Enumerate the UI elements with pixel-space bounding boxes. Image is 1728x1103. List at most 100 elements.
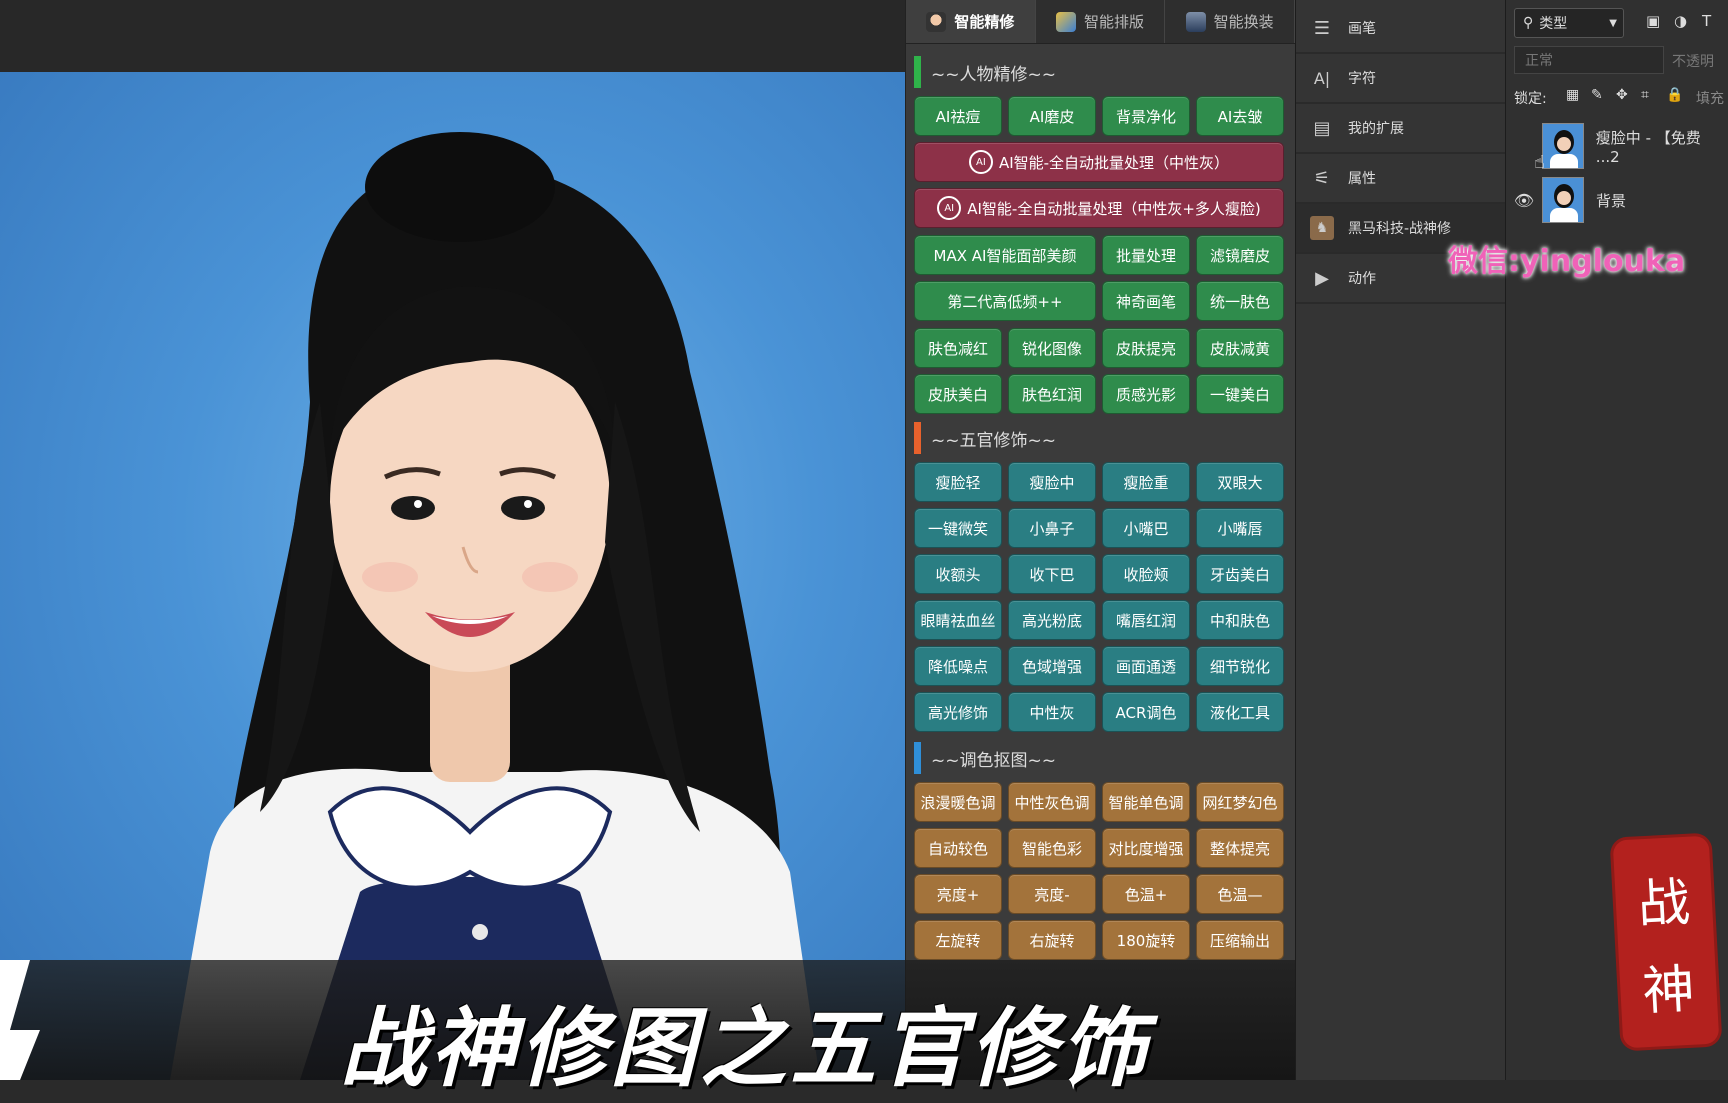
plugin-tabs: 智能精修 智能排版 智能换装 xyxy=(906,0,1296,44)
character-item[interactable]: A| 字符 xyxy=(1296,54,1505,104)
type-filter-icon[interactable]: T xyxy=(1702,12,1711,30)
lock-paint-icon[interactable]: ✎ xyxy=(1591,87,1603,103)
texture-light-button[interactable]: 质感光影 xyxy=(1102,374,1190,414)
ai-batch-multi-face-button[interactable]: AI AI智能-全自动批量处理（中性灰+多人瘦脸) xyxy=(914,188,1284,228)
filter-smooth-button[interactable]: 滤镜磨皮 xyxy=(1196,235,1284,275)
color-button[interactable]: 智能色彩 xyxy=(1008,828,1096,868)
avatar-icon xyxy=(926,11,947,32)
skin-rosy-button[interactable]: 肤色红润 xyxy=(1008,374,1096,414)
facial-button[interactable]: 细节锐化 xyxy=(1196,646,1284,686)
facial-button[interactable]: 色域增强 xyxy=(1008,646,1096,686)
facial-button[interactable]: 收脸颊 xyxy=(1102,554,1190,594)
batch-process-button[interactable]: 批量处理 xyxy=(1102,235,1190,275)
color-button[interactable]: 整体提亮 xyxy=(1196,828,1284,868)
facial-button[interactable]: 小鼻子 xyxy=(1008,508,1096,548)
layout-icon xyxy=(1056,11,1076,32)
section-facial-features: ~~五官修饰~~ xyxy=(914,422,1056,454)
ai-logo-icon: AI xyxy=(937,196,962,220)
magic-brush-button[interactable]: 神奇画笔 xyxy=(1102,281,1190,321)
one-click-whiten-button[interactable]: 一键美白 xyxy=(1196,374,1284,414)
opacity-label: 不透明 xyxy=(1672,54,1714,70)
color-button[interactable]: 压缩输出 xyxy=(1196,920,1284,960)
lock-move-icon[interactable]: ✥ xyxy=(1616,87,1628,103)
color-button[interactable]: 180旋转 xyxy=(1102,920,1190,960)
section-color-bar xyxy=(914,56,921,88)
adjustment-filter-icon[interactable]: ◑ xyxy=(1674,12,1687,30)
facial-button[interactable]: 瘦脸轻 xyxy=(914,462,1002,502)
brush-settings-icon: ☰ xyxy=(1313,17,1331,39)
lock-artboard-icon[interactable]: ⌗ xyxy=(1641,87,1649,103)
lightning-decoration-icon xyxy=(0,960,40,1080)
facial-button[interactable]: 嘴唇红润 xyxy=(1102,600,1190,640)
skin-whiten-button[interactable]: 皮肤美白 xyxy=(914,374,1002,414)
reduce-red-button[interactable]: 肤色减红 xyxy=(914,328,1002,368)
ai-wrinkle-button[interactable]: AI去皱 xyxy=(1196,96,1284,136)
section-color-bar xyxy=(914,742,921,774)
wechat-watermark: 微信:yinglouka xyxy=(1448,244,1686,279)
ai-acne-button[interactable]: AI祛痘 xyxy=(914,96,1002,136)
my-extensions-item[interactable]: ▤ 我的扩展 xyxy=(1296,104,1505,154)
facial-button[interactable]: 瘦脸中 xyxy=(1008,462,1096,502)
background-clean-button[interactable]: 背景净化 xyxy=(1102,96,1190,136)
facial-button[interactable]: 液化工具 xyxy=(1196,692,1284,732)
ai-logo-icon: AI xyxy=(968,150,993,174)
facial-button[interactable]: 高光粉底 xyxy=(1008,600,1096,640)
document-canvas[interactable] xyxy=(0,0,905,1080)
properties-item[interactable]: ⚟ 属性 xyxy=(1296,154,1505,204)
facial-button[interactable]: 高光修饰 xyxy=(914,692,1002,732)
facial-button[interactable]: 中和肤色 xyxy=(1196,600,1284,640)
mouse-cursor-icon: ☝ xyxy=(1534,152,1545,173)
facial-button[interactable]: 画面通透 xyxy=(1102,646,1190,686)
image-filter-icon[interactable]: ▣ xyxy=(1646,12,1660,30)
frequency-separation-button[interactable]: 第二代高低频++ xyxy=(914,281,1096,321)
tab-smart-outfit[interactable]: 智能换装 xyxy=(1165,0,1296,43)
eye-icon[interactable]: 👁 xyxy=(1506,191,1542,210)
retouch-plugin-panel: 智能精修 智能排版 智能换装 ~~人物精修~~ AI祛痘 AI磨皮 背景净化 A… xyxy=(905,0,1296,1080)
facial-button[interactable]: 牙齿美白 xyxy=(1196,554,1284,594)
color-button[interactable]: 亮度- xyxy=(1008,874,1096,914)
unify-skin-button[interactable]: 统一肤色 xyxy=(1196,281,1284,321)
color-button[interactable]: 浪漫暖色调 xyxy=(914,782,1002,822)
sharpen-button[interactable]: 锐化图像 xyxy=(1008,328,1096,368)
facial-button[interactable]: 降低噪点 xyxy=(914,646,1002,686)
facial-button[interactable]: ACR调色 xyxy=(1102,692,1190,732)
color-button[interactable]: 色温+ xyxy=(1102,874,1190,914)
color-button[interactable]: 右旋转 xyxy=(1008,920,1096,960)
layer-row[interactable]: 👁 背景 xyxy=(1506,174,1728,226)
layer-name: 背景 xyxy=(1596,191,1627,210)
color-button[interactable]: 网红梦幻色 xyxy=(1196,782,1284,822)
facial-button[interactable]: 眼睛祛血丝 xyxy=(914,600,1002,640)
color-button[interactable]: 自动较色 xyxy=(914,828,1002,868)
layer-thumbnail xyxy=(1542,177,1584,223)
color-button[interactable]: 对比度增强 xyxy=(1102,828,1190,868)
extensions-icon: ▤ xyxy=(1313,117,1331,139)
ai-smooth-skin-button[interactable]: AI磨皮 xyxy=(1008,96,1096,136)
color-button[interactable]: 左旋转 xyxy=(914,920,1002,960)
portrait-photo[interactable] xyxy=(0,72,905,1080)
max-ai-face-beauty-button[interactable]: MAX AI智能面部美颜 xyxy=(914,235,1096,275)
lock-transparent-icon[interactable]: ▦ xyxy=(1566,87,1579,103)
facial-button[interactable]: 小嘴巴 xyxy=(1102,508,1190,548)
reduce-yellow-button[interactable]: 皮肤减黄 xyxy=(1196,328,1284,368)
tab-smart-layout[interactable]: 智能排版 xyxy=(1036,0,1166,43)
lock-all-icon[interactable]: 🔒 xyxy=(1666,87,1683,103)
layer-filter-select[interactable]: ⚲ 类型 ▼ xyxy=(1514,8,1624,38)
facial-button[interactable]: 双眼大 xyxy=(1196,462,1284,502)
facial-button[interactable]: 中性灰 xyxy=(1008,692,1096,732)
brush-settings-item[interactable]: ☰ 画笔 xyxy=(1296,4,1505,54)
facial-button[interactable]: 一键微笑 xyxy=(914,508,1002,548)
color-button[interactable]: 智能单色调 xyxy=(1102,782,1190,822)
ai-batch-neutral-gray-button[interactable]: AI AI智能-全自动批量处理（中性灰） xyxy=(914,142,1284,182)
tab-smart-retouch[interactable]: 智能精修 xyxy=(906,0,1036,43)
skin-brighten-button[interactable]: 皮肤提亮 xyxy=(1102,328,1190,368)
color-button[interactable]: 中性灰色调 xyxy=(1008,782,1096,822)
color-button[interactable]: 色温— xyxy=(1196,874,1284,914)
blend-mode-select[interactable]: 正常 xyxy=(1514,46,1664,74)
side-panel-dock: ☰ 画笔 A| 字符 ▤ 我的扩展 ⚟ 属性 ♞ 黑马科技-战神修 ▶ 动作 xyxy=(1295,0,1505,1080)
facial-button[interactable]: 收下巴 xyxy=(1008,554,1096,594)
color-button[interactable]: 亮度+ xyxy=(914,874,1002,914)
facial-button[interactable]: 小嘴唇 xyxy=(1196,508,1284,548)
properties-icon: ⚟ xyxy=(1313,167,1331,189)
facial-button[interactable]: 瘦脸重 xyxy=(1102,462,1190,502)
facial-button[interactable]: 收额头 xyxy=(914,554,1002,594)
